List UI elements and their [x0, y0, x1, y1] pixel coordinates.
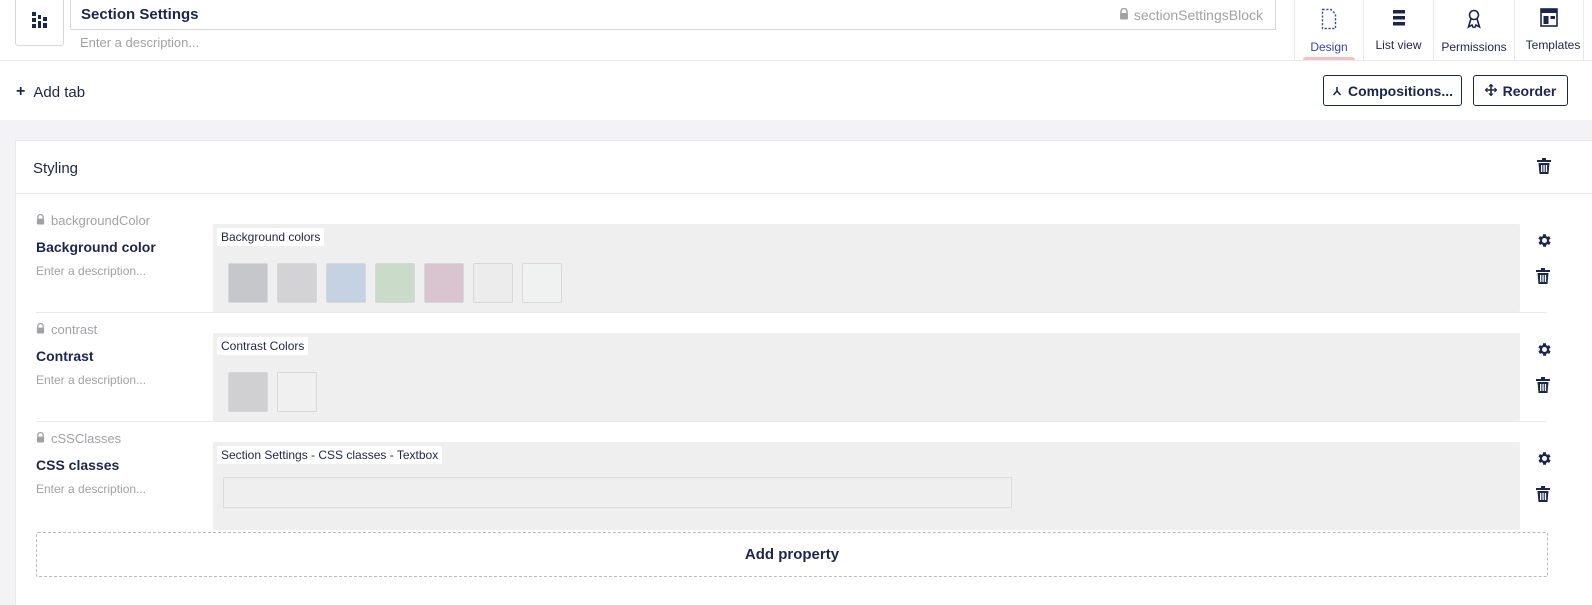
gear-icon[interactable]	[1536, 232, 1554, 250]
content-apps: Design List view Permissions Templates	[1294, 0, 1584, 60]
reorder-button[interactable]: Reorder	[1473, 75, 1568, 106]
trash-icon[interactable]	[1536, 377, 1554, 395]
property-alias[interactable]: backgroundColor	[36, 213, 150, 228]
document-type-description-input[interactable]: Enter a description...	[80, 35, 199, 50]
document-type-name: Section Settings	[81, 6, 199, 23]
property-description[interactable]: Enter a description...	[36, 373, 146, 387]
property-actions	[1536, 232, 1554, 286]
document-type-icon-picker[interactable]	[15, 0, 64, 46]
gear-icon[interactable]	[1536, 450, 1554, 468]
app-list-view-label: List view	[1375, 38, 1422, 52]
color-swatch[interactable]	[277, 372, 317, 412]
property-css-classes: cSSClasses CSS classes Enter a descripti…	[36, 422, 1551, 531]
reorder-label: Reorder	[1502, 82, 1557, 99]
app-design[interactable]: Design	[1295, 0, 1364, 60]
color-swatch[interactable]	[228, 263, 268, 303]
app-list-view[interactable]: List view	[1364, 0, 1434, 60]
document-icon	[1321, 8, 1337, 33]
color-swatch[interactable]	[277, 263, 317, 303]
merge-icon	[1332, 83, 1342, 99]
editor-header: Section Settings sectionSettingsBlock En…	[0, 0, 1592, 61]
list-icon	[1392, 8, 1406, 31]
add-tab-button[interactable]: + Add tab	[16, 83, 85, 101]
property-description[interactable]: Enter a description...	[36, 482, 146, 496]
compositions-button[interactable]: Compositions...	[1323, 75, 1462, 106]
property-actions	[1536, 450, 1554, 504]
color-swatch[interactable]	[326, 263, 366, 303]
trash-icon[interactable]	[1537, 158, 1551, 179]
app-templates-label: Templates	[1525, 38, 1581, 52]
alias-text: sectionSettingsBlock	[1133, 7, 1263, 23]
editor-name-tag: Background colors	[217, 228, 325, 246]
color-swatches	[228, 372, 317, 412]
layout-icon	[1540, 8, 1558, 31]
editor-name-tag: Contrast Colors	[217, 337, 309, 355]
group-header: Styling	[16, 141, 1592, 194]
trash-icon[interactable]	[1536, 268, 1554, 286]
add-property-label: Add property	[744, 546, 840, 563]
plus-icon: +	[16, 83, 26, 100]
group-title[interactable]: Styling	[33, 160, 78, 177]
property-contrast: contrast Contrast Enter a description...…	[36, 313, 1551, 422]
color-swatch[interactable]	[522, 263, 562, 303]
add-property-button[interactable]: Add property	[36, 532, 1548, 577]
editor-content: Styling backgroundColor Background color…	[0, 120, 1592, 605]
ribbon-icon	[1466, 8, 1482, 33]
property-alias[interactable]: cSSClasses	[36, 431, 121, 446]
lock-icon	[36, 322, 45, 337]
lock-icon	[36, 213, 45, 228]
move-icon	[1484, 83, 1498, 99]
property-label[interactable]: Background color	[36, 239, 156, 255]
color-swatch[interactable]	[424, 263, 464, 303]
property-alias-text: backgroundColor	[51, 213, 151, 228]
property-label[interactable]: CSS classes	[36, 457, 119, 473]
property-description[interactable]: Enter a description...	[36, 264, 146, 278]
property-actions	[1536, 341, 1554, 395]
color-swatch[interactable]	[375, 263, 415, 303]
app-permissions-label: Permissions	[1441, 40, 1507, 54]
lock-icon	[1119, 7, 1129, 23]
lock-icon	[36, 431, 45, 446]
css-classes-textbox[interactable]	[223, 477, 1012, 508]
editor-name-tag: Section Settings - CSS classes - Textbox	[217, 446, 443, 464]
property-editor-preview[interactable]: Background colors	[213, 224, 1520, 312]
property-editor-preview[interactable]: Section Settings - CSS classes - Textbox	[213, 442, 1520, 530]
blocks-icon	[30, 10, 50, 35]
document-type-name-field[interactable]: Section Settings sectionSettingsBlock	[70, 0, 1276, 30]
property-editor-preview[interactable]: Contrast Colors	[213, 333, 1520, 421]
property-alias-text: contrast	[51, 322, 98, 337]
property-label[interactable]: Contrast	[36, 348, 94, 364]
app-permissions[interactable]: Permissions	[1434, 0, 1515, 60]
editor-toolbar: + Add tab Compositions... Reorder	[0, 61, 1592, 120]
document-type-alias[interactable]: sectionSettingsBlock	[1119, 7, 1263, 23]
trash-icon[interactable]	[1536, 486, 1554, 504]
color-swatches	[228, 263, 562, 303]
app-templates[interactable]: Templates	[1515, 0, 1584, 60]
property-alias-text: cSSClasses	[51, 431, 122, 446]
app-design-label: Design	[1310, 40, 1348, 54]
property-alias[interactable]: contrast	[36, 322, 97, 337]
property-group: Styling backgroundColor Background color…	[15, 140, 1592, 605]
add-tab-label: Add tab	[33, 83, 86, 101]
compositions-label: Compositions...	[1348, 82, 1453, 99]
gear-icon[interactable]	[1536, 341, 1554, 359]
property-background-color: backgroundColor Background color Enter a…	[36, 204, 1551, 313]
color-swatch[interactable]	[228, 372, 268, 412]
color-swatch[interactable]	[473, 263, 513, 303]
